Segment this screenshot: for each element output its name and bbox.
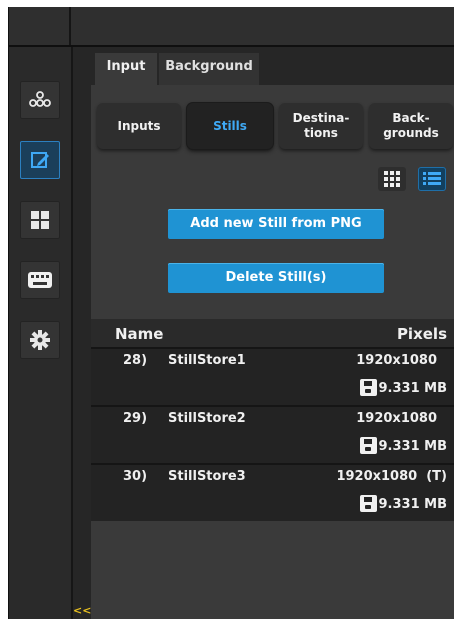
subtab-destinations[interactable]: Destina- tions xyxy=(279,103,363,149)
add-still-button[interactable]: Add new Still from PNG xyxy=(168,209,384,239)
save-icon[interactable] xyxy=(360,379,377,396)
sidebar-settings-button[interactable] xyxy=(20,321,60,359)
table-empty-area xyxy=(91,523,454,619)
row-pixels: 1920x1080 xyxy=(356,353,437,368)
sidebar-edit-button[interactable] xyxy=(20,141,60,179)
keyboard-icon xyxy=(28,272,52,288)
gear-icon xyxy=(30,330,50,350)
edit-icon xyxy=(31,152,49,168)
row-size: 9.331 MB xyxy=(378,497,448,512)
grid-view-button[interactable] xyxy=(378,167,406,191)
collapse-strip xyxy=(73,47,91,619)
list-view-button[interactable] xyxy=(418,167,446,191)
subtab-stills[interactable]: Stills xyxy=(187,103,273,149)
save-icon[interactable] xyxy=(360,437,377,454)
table-header: Name Pixels xyxy=(91,319,454,347)
table-row[interactable]: 28) StillStore1 1920x1080 9.331 MB xyxy=(91,347,454,405)
row-index: 28) xyxy=(123,353,148,368)
stills-panel: Input Background Inputs Stills Destina- … xyxy=(91,47,454,619)
top-bar xyxy=(9,7,454,47)
table-row[interactable]: 30) StillStore3 1920x1080 (T) 9.331 MB xyxy=(91,463,454,521)
people-network-icon xyxy=(29,91,51,107)
row-size: 9.331 MB xyxy=(378,439,448,454)
row-size: 9.331 MB xyxy=(378,381,448,396)
row-index: 29) xyxy=(123,411,148,426)
collapse-panel-button[interactable]: << xyxy=(73,604,91,617)
multiview-grid-icon xyxy=(31,211,49,229)
row-name: StillStore3 xyxy=(168,469,246,484)
grid-view-icon xyxy=(384,171,400,187)
list-view-icon xyxy=(423,172,441,185)
row-name: StillStore2 xyxy=(168,411,246,426)
table-row[interactable]: 29) StillStore2 1920x1080 9.331 MB xyxy=(91,405,454,463)
row-pixels: 1920x1080 (T) xyxy=(336,469,447,484)
save-icon[interactable] xyxy=(360,495,377,512)
row-name: StillStore1 xyxy=(168,353,246,368)
tab-bar: Input Background xyxy=(91,47,454,85)
subtab-bar: Inputs Stills Destina- tions Back- groun… xyxy=(91,85,454,153)
column-header-pixels[interactable]: Pixels xyxy=(397,325,447,343)
sidebar-keyboard-button[interactable] xyxy=(20,261,60,299)
sidebar xyxy=(9,47,71,619)
column-header-name[interactable]: Name xyxy=(115,325,163,343)
sidebar-multiview-button[interactable] xyxy=(20,201,60,239)
row-pixels: 1920x1080 xyxy=(356,411,437,426)
subtab-inputs[interactable]: Inputs xyxy=(97,103,181,149)
tab-input[interactable]: Input xyxy=(95,53,157,85)
row-index: 30) xyxy=(123,469,148,484)
tab-background[interactable]: Background xyxy=(159,53,259,85)
delete-still-button[interactable]: Delete Still(s) xyxy=(168,263,384,293)
subtab-backgrounds[interactable]: Back- grounds xyxy=(369,103,453,149)
sidebar-network-button[interactable] xyxy=(20,81,60,119)
app-window: << Input Background Inputs Stills Destin… xyxy=(8,7,454,619)
top-bar-divider xyxy=(69,7,71,45)
